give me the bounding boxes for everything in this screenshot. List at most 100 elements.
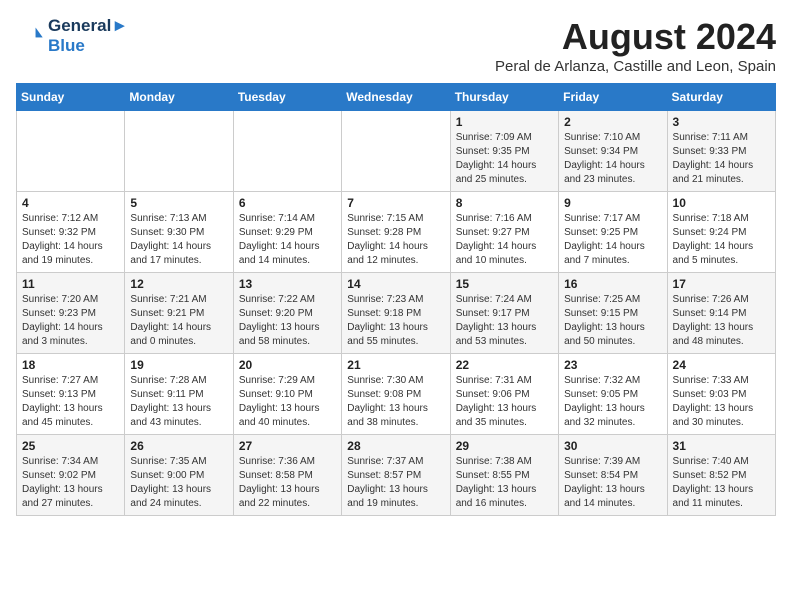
calendar-day: 25 Sunrise: 7:34 AM Sunset: 9:02 PM Dayli…: [17, 435, 125, 516]
calendar-day: 22 Sunrise: 7:31 AM Sunset: 9:06 PM Dayli…: [450, 354, 558, 435]
calendar-day: 15 Sunrise: 7:24 AM Sunset: 9:17 PM Dayli…: [450, 273, 558, 354]
day-info: Sunrise: 7:09 AM Sunset: 9:35 PM Dayligh…: [456, 131, 553, 187]
day-number: 8: [456, 196, 553, 210]
day-number: 6: [239, 196, 336, 210]
day-number: 9: [564, 196, 661, 210]
day-number: 7: [347, 196, 444, 210]
day-info: Sunrise: 7:25 AM Sunset: 9:15 PM Dayligh…: [564, 293, 661, 349]
day-info: Sunrise: 7:34 AM Sunset: 9:02 PM Dayligh…: [22, 455, 119, 511]
day-info: Sunrise: 7:30 AM Sunset: 9:08 PM Dayligh…: [347, 374, 444, 430]
calendar-day: 27 Sunrise: 7:36 AM Sunset: 8:58 PM Dayli…: [233, 435, 341, 516]
day-number: 14: [347, 277, 444, 291]
day-info: Sunrise: 7:24 AM Sunset: 9:17 PM Dayligh…: [456, 293, 553, 349]
calendar-week-4: 18 Sunrise: 7:27 AM Sunset: 9:13 PM Dayli…: [17, 354, 776, 435]
calendar-day: 6Sunrise: 7:14 AM Sunset: 9:29 PM Daylig…: [233, 192, 341, 273]
column-header-friday: Friday: [559, 84, 667, 111]
calendar-day: 7Sunrise: 7:15 AM Sunset: 9:28 PM Daylig…: [342, 192, 450, 273]
calendar-day: 14 Sunrise: 7:23 AM Sunset: 9:18 PM Dayli…: [342, 273, 450, 354]
calendar-day: 3Sunrise: 7:11 AM Sunset: 9:33 PM Daylig…: [667, 111, 775, 192]
calendar-day: 10 Sunrise: 7:18 AM Sunset: 9:24 PM Dayli…: [667, 192, 775, 273]
calendar-day: 31 Sunrise: 7:40 AM Sunset: 8:52 PM Dayli…: [667, 435, 775, 516]
day-info: Sunrise: 7:22 AM Sunset: 9:20 PM Dayligh…: [239, 293, 336, 349]
day-info: Sunrise: 7:36 AM Sunset: 8:58 PM Dayligh…: [239, 455, 336, 511]
day-number: 20: [239, 358, 336, 372]
day-number: 18: [22, 358, 119, 372]
day-info: Sunrise: 7:21 AM Sunset: 9:21 PM Dayligh…: [130, 293, 227, 349]
header-row: SundayMondayTuesdayWednesdayThursdayFrid…: [17, 84, 776, 111]
day-number: 28: [347, 439, 444, 453]
day-number: 16: [564, 277, 661, 291]
calendar-day: 30Sunrise: 7:39 AM Sunset: 8:54 PM Dayli…: [559, 435, 667, 516]
calendar-day: 24 Sunrise: 7:33 AM Sunset: 9:03 PM Dayli…: [667, 354, 775, 435]
day-info: Sunrise: 7:13 AM Sunset: 9:30 PM Dayligh…: [130, 212, 227, 268]
calendar-day: 29 Sunrise: 7:38 AM Sunset: 8:55 PM Dayli…: [450, 435, 558, 516]
calendar-day: 12 Sunrise: 7:21 AM Sunset: 9:21 PM Dayli…: [125, 273, 233, 354]
day-number: 27: [239, 439, 336, 453]
calendar-day: 26Sunrise: 7:35 AM Sunset: 9:00 PM Dayli…: [125, 435, 233, 516]
calendar-day: 18 Sunrise: 7:27 AM Sunset: 9:13 PM Dayli…: [17, 354, 125, 435]
calendar-table: SundayMondayTuesdayWednesdayThursdayFrid…: [16, 83, 776, 516]
day-info: Sunrise: 7:33 AM Sunset: 9:03 PM Dayligh…: [673, 374, 770, 430]
day-info: Sunrise: 7:26 AM Sunset: 9:14 PM Dayligh…: [673, 293, 770, 349]
day-number: 25: [22, 439, 119, 453]
calendar-day: 9 Sunrise: 7:17 AM Sunset: 9:25 PM Daylig…: [559, 192, 667, 273]
calendar-day: [342, 111, 450, 192]
day-number: 21: [347, 358, 444, 372]
day-info: Sunrise: 7:38 AM Sunset: 8:55 PM Dayligh…: [456, 455, 553, 511]
day-number: 30: [564, 439, 661, 453]
page-header: General► Blue August 2024 Peral de Arlan…: [16, 16, 776, 75]
day-info: Sunrise: 7:20 AM Sunset: 9:23 PM Dayligh…: [22, 293, 119, 349]
calendar-day: 20Sunrise: 7:29 AM Sunset: 9:10 PM Dayli…: [233, 354, 341, 435]
day-number: 3: [673, 115, 770, 129]
day-number: 2: [564, 115, 661, 129]
column-header-tuesday: Tuesday: [233, 84, 341, 111]
day-number: 11: [22, 277, 119, 291]
calendar-day: 4 Sunrise: 7:12 AM Sunset: 9:32 PM Daylig…: [17, 192, 125, 273]
calendar-day: 11 Sunrise: 7:20 AM Sunset: 9:23 PM Dayli…: [17, 273, 125, 354]
day-number: 23: [564, 358, 661, 372]
column-header-monday: Monday: [125, 84, 233, 111]
calendar-day: 16 Sunrise: 7:25 AM Sunset: 9:15 PM Dayli…: [559, 273, 667, 354]
column-header-saturday: Saturday: [667, 84, 775, 111]
calendar-day: [233, 111, 341, 192]
title-block: August 2024 Peral de Arlanza, Castille a…: [495, 16, 776, 75]
day-info: Sunrise: 7:40 AM Sunset: 8:52 PM Dayligh…: [673, 455, 770, 511]
day-info: Sunrise: 7:27 AM Sunset: 9:13 PM Dayligh…: [22, 374, 119, 430]
day-number: 22: [456, 358, 553, 372]
day-info: Sunrise: 7:23 AM Sunset: 9:18 PM Dayligh…: [347, 293, 444, 349]
logo: General► Blue: [16, 16, 128, 56]
column-header-wednesday: Wednesday: [342, 84, 450, 111]
day-number: 5: [130, 196, 227, 210]
calendar-body: 1 Sunrise: 7:09 AM Sunset: 9:35 PM Daylig…: [17, 111, 776, 516]
day-info: Sunrise: 7:37 AM Sunset: 8:57 PM Dayligh…: [347, 455, 444, 511]
calendar-day: 13Sunrise: 7:22 AM Sunset: 9:20 PM Dayli…: [233, 273, 341, 354]
day-number: 4: [22, 196, 119, 210]
day-info: Sunrise: 7:16 AM Sunset: 9:27 PM Dayligh…: [456, 212, 553, 268]
day-number: 24: [673, 358, 770, 372]
day-info: Sunrise: 7:31 AM Sunset: 9:06 PM Dayligh…: [456, 374, 553, 430]
calendar-day: 1 Sunrise: 7:09 AM Sunset: 9:35 PM Daylig…: [450, 111, 558, 192]
day-number: 15: [456, 277, 553, 291]
day-info: Sunrise: 7:17 AM Sunset: 9:25 PM Dayligh…: [564, 212, 661, 268]
day-info: Sunrise: 7:12 AM Sunset: 9:32 PM Dayligh…: [22, 212, 119, 268]
day-number: 1: [456, 115, 553, 129]
calendar-day: 8 Sunrise: 7:16 AM Sunset: 9:27 PM Daylig…: [450, 192, 558, 273]
logo-text: General► Blue: [48, 16, 128, 56]
month-year-title: August 2024: [495, 16, 776, 58]
day-info: Sunrise: 7:18 AM Sunset: 9:24 PM Dayligh…: [673, 212, 770, 268]
calendar-day: [17, 111, 125, 192]
day-info: Sunrise: 7:28 AM Sunset: 9:11 PM Dayligh…: [130, 374, 227, 430]
location-subtitle: Peral de Arlanza, Castille and Leon, Spa…: [495, 58, 776, 75]
day-number: 29: [456, 439, 553, 453]
day-number: 12: [130, 277, 227, 291]
day-number: 10: [673, 196, 770, 210]
day-info: Sunrise: 7:10 AM Sunset: 9:34 PM Dayligh…: [564, 131, 661, 187]
calendar-week-1: 1 Sunrise: 7:09 AM Sunset: 9:35 PM Daylig…: [17, 111, 776, 192]
day-number: 31: [673, 439, 770, 453]
day-number: 17: [673, 277, 770, 291]
calendar-day: 5 Sunrise: 7:13 AM Sunset: 9:30 PM Daylig…: [125, 192, 233, 273]
column-header-sunday: Sunday: [17, 84, 125, 111]
calendar-day: 28 Sunrise: 7:37 AM Sunset: 8:57 PM Dayli…: [342, 435, 450, 516]
day-info: Sunrise: 7:32 AM Sunset: 9:05 PM Dayligh…: [564, 374, 661, 430]
logo-icon: [16, 22, 44, 50]
